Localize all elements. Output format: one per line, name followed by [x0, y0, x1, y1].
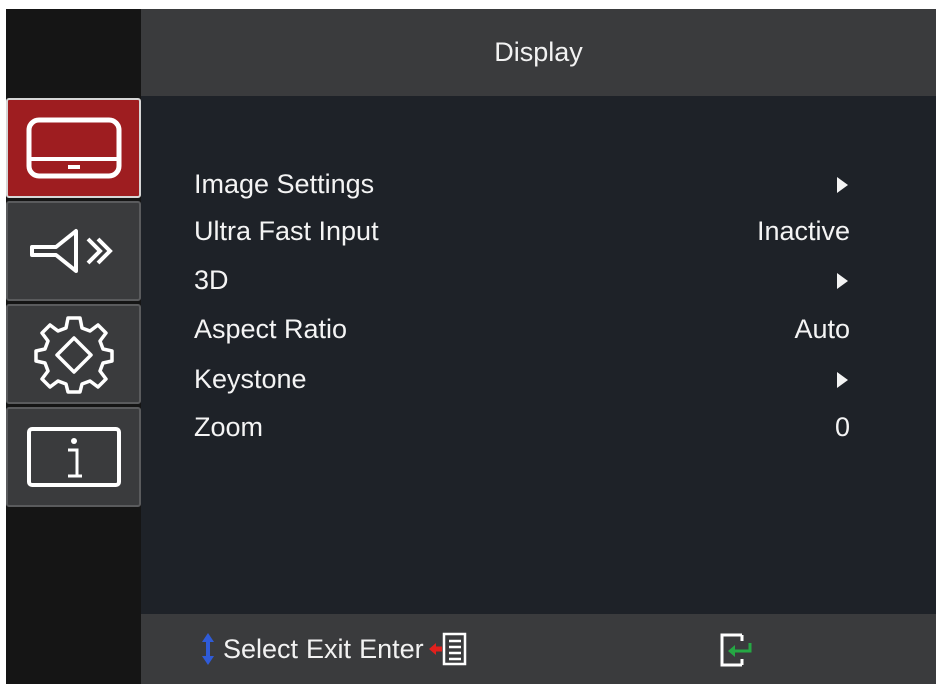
menu-item-label: Aspect Ratio	[194, 314, 348, 344]
menu-item-value: Inactive	[756, 216, 850, 246]
submenu-arrow-icon	[837, 273, 848, 289]
select-label: Select	[223, 633, 299, 664]
main-panel: Display Image Settings Ultra Fast Input …	[141, 9, 936, 684]
menu-item-label: Image Settings	[194, 169, 375, 199]
gear-icon	[33, 316, 114, 394]
tab-display[interactable]	[6, 98, 141, 198]
exit-label: Exit	[306, 633, 352, 664]
page-title: Display	[141, 9, 936, 96]
osd-menu: Display Image Settings Ultra Fast Input …	[6, 9, 936, 684]
menu-item-keystone[interactable]: Keystone	[141, 356, 936, 402]
menu-item-ultra-fast-input[interactable]: Ultra Fast Input Inactive	[141, 208, 936, 254]
footer-hint: Select Exit Enter	[201, 614, 468, 684]
display-icon	[26, 117, 121, 179]
menu-item-label: Keystone	[194, 364, 307, 394]
tab-setup[interactable]	[6, 304, 141, 404]
submenu-arrow-icon	[837, 177, 848, 193]
menu-item-value: Auto	[794, 314, 850, 344]
page-title-text: Display	[494, 37, 583, 67]
tab-information[interactable]	[6, 407, 141, 507]
menu-item-value: 0	[834, 412, 850, 442]
updown-arrow-icon	[202, 633, 214, 665]
menu-item-label: 3D	[194, 265, 229, 295]
enter-label: Enter	[359, 633, 424, 664]
sidebar	[6, 9, 141, 684]
tab-audio[interactable]	[6, 201, 141, 301]
menu-item-3d[interactable]: 3D	[141, 257, 936, 303]
menu-item-label: Zoom	[194, 412, 264, 442]
menu-item-zoom[interactable]: Zoom 0	[141, 404, 936, 450]
info-icon	[26, 427, 121, 487]
menu-item-aspect-ratio[interactable]: Aspect Ratio Auto	[141, 306, 936, 352]
exit-menu-icon	[428, 632, 466, 666]
submenu-arrow-icon	[837, 372, 848, 388]
enter-icon	[720, 633, 752, 667]
menu-item-label: Ultra Fast Input	[194, 216, 379, 246]
speaker-icon	[29, 229, 113, 273]
menu-item-image-settings[interactable]: Image Settings	[141, 161, 936, 207]
footer-bar: Select Exit Enter	[141, 614, 936, 684]
